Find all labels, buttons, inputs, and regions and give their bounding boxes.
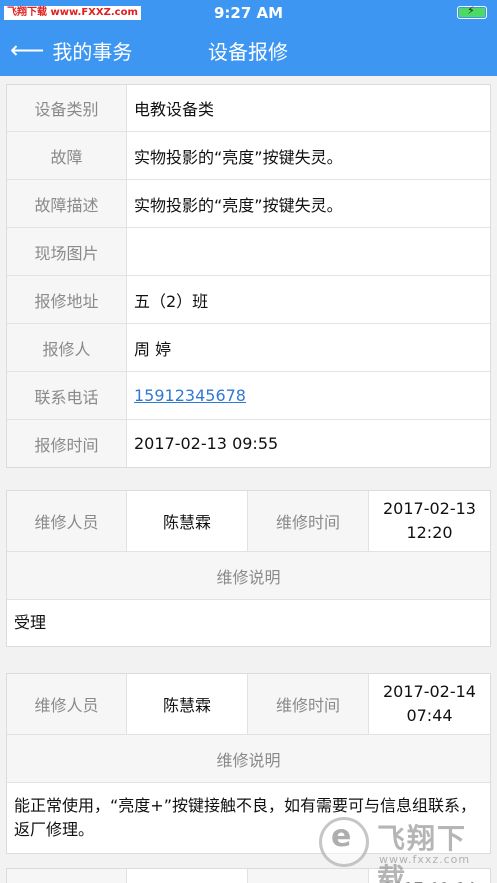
detail-label: 设备类别 <box>7 85 127 131</box>
repair-date: 2017-02-14 <box>383 682 476 701</box>
detail-value: 实物投影的“亮度”按键失灵。 <box>134 147 343 167</box>
repair-time: 2017-02-14 07:44 <box>369 674 490 734</box>
detail-label: 联系电话 <box>7 372 127 419</box>
detail-value: 2017-02-13 09:55 <box>134 434 279 453</box>
detail-value: 五（2）班 <box>134 291 209 311</box>
staff-label: 维修人员 <box>7 491 127 551</box>
detail-label: 报修人 <box>7 324 127 371</box>
detail-label: 报修地址 <box>7 276 127 323</box>
repair-clock: 07:44 <box>406 706 453 725</box>
staff-name: 陈慧霖 <box>127 491 248 551</box>
detail-row-reporter: 报修人 周 婷 <box>7 324 490 372</box>
repair-record-header: 维修人员 陈慧霖 维修时间 2017-02-13 12:20 <box>7 491 490 552</box>
time-label: 维修时间 <box>248 674 369 734</box>
time-label: 维修时间 <box>248 491 369 551</box>
status-time: 9:27 AM <box>213 4 284 22</box>
note-label: 维修说明 <box>7 735 490 783</box>
watermark-brand: 飞翔下载 <box>377 822 468 883</box>
repair-record-header: 维修人员 陈慧霖 维修时间 2017-02-14 07:44 <box>7 674 490 735</box>
detail-row-phone: 联系电话 15912345678 <box>7 372 490 420</box>
repair-date: 2017-02-13 <box>383 499 476 518</box>
detail-label: 报修时间 <box>7 420 127 467</box>
watermark-logo: e 飞翔下载 www.fxxz.com <box>319 815 489 883</box>
detail-row-fault: 故障 实物投影的“亮度”按键失灵。 <box>7 132 490 180</box>
page-title: 设备报修 <box>208 40 288 64</box>
detail-value: 电教设备类 <box>134 100 215 119</box>
back-button[interactable]: ⟵ 我的事务 <box>10 35 132 65</box>
phone-link[interactable]: 15912345678 <box>127 372 490 419</box>
repair-clock: 12:20 <box>406 523 453 542</box>
repair-note: 受理 <box>14 613 47 632</box>
detail-row-category: 设备类别 电教设备类 <box>7 85 490 132</box>
detail-value: 实物投影的“亮度”按键失灵。 <box>134 195 343 215</box>
repair-record-card: 维修人员 陈慧霖 维修时间 2017-02-13 12:20 维修说明 受理 <box>6 490 491 647</box>
detail-label: 现场图片 <box>7 228 127 275</box>
staff-label: 维修人员 <box>7 674 127 734</box>
back-label: 我的事务 <box>52 39 133 64</box>
detail-row-time: 报修时间 2017-02-13 09:55 <box>7 420 490 467</box>
note-label: 维修说明 <box>7 552 490 600</box>
battery-icon: ⚡ <box>457 4 487 19</box>
repair-time: 2017-02-13 12:20 <box>369 491 490 551</box>
header-bar: 飞翔下载 www.FXXZ.com 9:27 AM ⚡ ⟵ 我的事务 设备报修 <box>0 0 497 76</box>
detail-value <box>127 228 490 275</box>
staff-name: 陈慧霖 <box>127 674 248 734</box>
watermark-url: www.fxxz.com <box>379 853 471 866</box>
repair-details-table: 设备类别 电教设备类 故障 实物投影的“亮度”按键失灵。 故障描述 实物投影的“… <box>6 84 491 468</box>
detail-row-description: 故障描述 实物投影的“亮度”按键失灵。 <box>7 180 490 228</box>
detail-row-photos: 现场图片 <box>7 228 490 276</box>
arrow-left-icon: ⟵ <box>10 36 45 64</box>
detail-label: 故障 <box>7 132 127 179</box>
detail-row-address: 报修地址 五（2）班 <box>7 276 490 324</box>
detail-value: 周 婷 <box>134 339 172 359</box>
detail-label: 故障描述 <box>7 180 127 227</box>
